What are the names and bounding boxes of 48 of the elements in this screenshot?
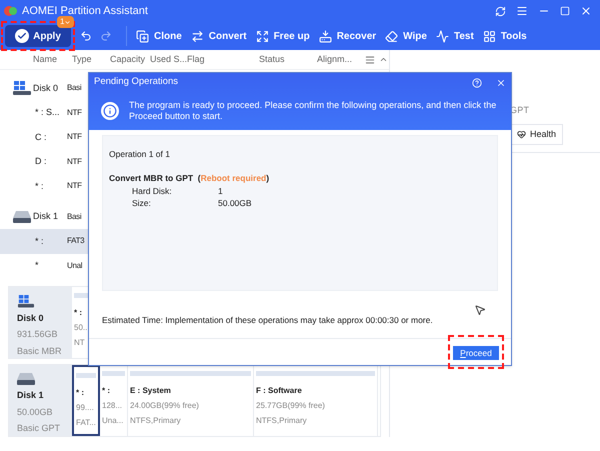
- partition-type: Una...: [102, 415, 124, 427]
- partition-type: NTFS,Primary: [256, 415, 308, 427]
- detail-label: Size:: [132, 197, 152, 210]
- table-cell-text: *: [34, 259, 40, 272]
- partition-size: 25.77GB(99% free): [256, 400, 326, 412]
- table-cell-text: C :: [34, 130, 48, 144]
- info-message: The program is ready to proceed. Please confirm the following operations, and then click the Proceed button to start.: [129, 100, 498, 122]
- table-cell: NTF: [67, 106, 82, 119]
- partition-size: 128...: [102, 400, 124, 412]
- partition-name: F : Software: [256, 385, 303, 397]
- partition-size: 99....: [76, 402, 95, 414]
- disk-capacity: 931.56GB: [17, 328, 59, 341]
- window-title: AOMEI Partition Assistant: [22, 4, 148, 18]
- operation-count: Operation 1 of 1: [109, 148, 171, 161]
- table-cell: NTF: [67, 131, 82, 144]
- count-badge: 1: [57, 16, 74, 28]
- table-cell-text: D :: [34, 155, 48, 168]
- partition-name: * :: [74, 307, 83, 319]
- table-cell-text: * :: [34, 180, 45, 192]
- disk-name: Disk 0: [17, 312, 45, 324]
- table-cell: NTF: [67, 156, 82, 168]
- table-cell-text: Disk 0: [33, 82, 60, 94]
- table-cell: FAT3: [67, 235, 84, 248]
- partition-type: NTFS,Primary: [130, 415, 182, 427]
- detail-value: 50.00GB: [218, 197, 252, 210]
- partition-size: 24.00GB(99% free): [130, 400, 200, 412]
- dialog-title: Pending Operations: [94, 75, 178, 90]
- table-cell: Unal: [67, 260, 82, 272]
- table-cell-text: * :: [34, 234, 45, 248]
- partition-type: FAT...: [76, 417, 96, 429]
- detail-label: Hard Disk:: [132, 184, 173, 198]
- detail-value: 1: [218, 184, 223, 198]
- disk-style: Basic GPT: [17, 422, 62, 435]
- estimated-time: Estimated Time: Implementation of these operations may take approx 00:00:30 or more.: [102, 314, 434, 327]
- disk-style: Basic MBR: [17, 344, 63, 358]
- table-cell: NTF: [67, 180, 82, 192]
- partition-name: * :: [102, 385, 111, 397]
- disk-capacity: 50.00GB: [17, 406, 54, 418]
- table-cell: Basi: [67, 210, 82, 223]
- operation-title: Convert MBR to GPT (Reboot required): [109, 172, 270, 184]
- partition-name: * :: [76, 387, 85, 399]
- partition-size: 50..: [74, 322, 88, 334]
- disk-name: Disk 1: [17, 389, 45, 402]
- table-cell-text: Disk 1: [33, 210, 60, 223]
- partition-name: E : System: [130, 385, 172, 397]
- partition-type: NT: [74, 337, 86, 349]
- table-cell: Basi: [67, 82, 82, 94]
- table-cell-text: * : S...: [34, 106, 61, 119]
